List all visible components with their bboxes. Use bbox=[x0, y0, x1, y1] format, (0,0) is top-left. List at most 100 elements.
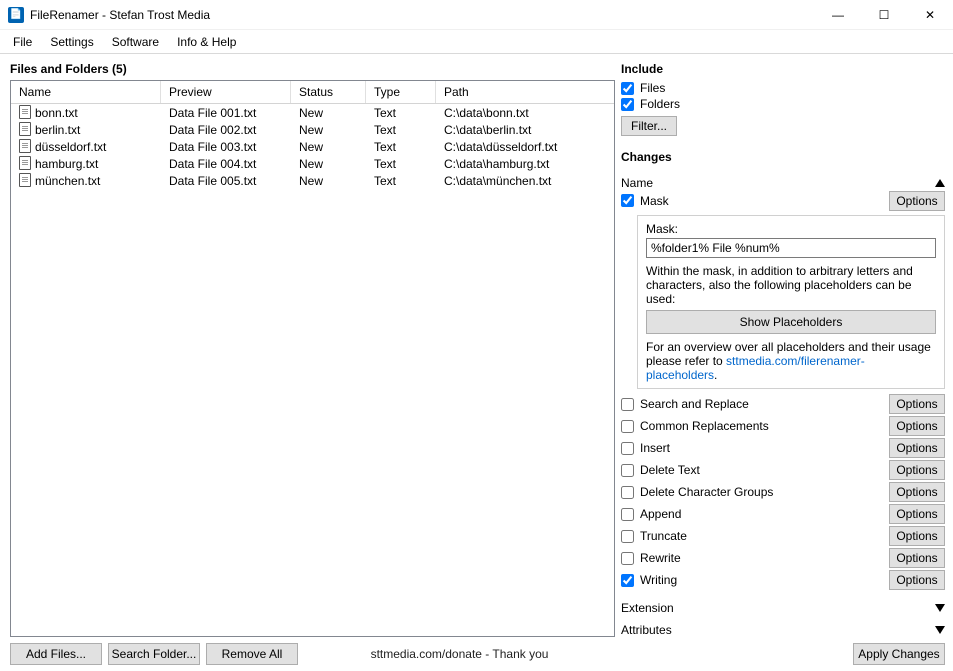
option-options-button[interactable]: Options bbox=[889, 548, 945, 568]
file-icon bbox=[19, 105, 31, 119]
option-options-button[interactable]: Options bbox=[889, 394, 945, 414]
close-button[interactable]: ✕ bbox=[907, 0, 953, 29]
cell-preview: Data File 004.txt bbox=[161, 157, 291, 171]
cell-status: New bbox=[291, 157, 366, 171]
chevron-up-icon bbox=[935, 179, 945, 187]
cell-status: New bbox=[291, 106, 366, 120]
option-checkbox[interactable] bbox=[621, 398, 634, 411]
mask-toggle[interactable]: Mask bbox=[621, 194, 889, 208]
cell-name: berlin.txt bbox=[35, 123, 80, 137]
files-panel: Files and Folders (5) Name Preview Statu… bbox=[0, 54, 621, 671]
option-row: InsertOptions bbox=[621, 437, 945, 459]
menu-settings[interactable]: Settings bbox=[41, 32, 102, 52]
option-options-button[interactable]: Options bbox=[889, 438, 945, 458]
maximize-button[interactable]: ☐ bbox=[861, 0, 907, 29]
files-header: Files and Folders (5) bbox=[10, 62, 615, 76]
group-name[interactable]: Name bbox=[621, 176, 945, 190]
col-path[interactable]: Path bbox=[436, 81, 614, 103]
option-toggle[interactable]: Insert bbox=[621, 441, 889, 455]
option-row: Common Replacements Options bbox=[621, 415, 945, 437]
cell-path: C:\data\bonn.txt bbox=[436, 106, 614, 120]
bottom-bar: Add Files... Search Folder... Remove All… bbox=[10, 643, 615, 665]
table-row[interactable]: bonn.txtData File 001.txtNewTextC:\data\… bbox=[11, 104, 614, 121]
group-name-label: Name bbox=[621, 176, 935, 190]
cell-type: Text bbox=[366, 123, 436, 137]
option-checkbox[interactable] bbox=[621, 508, 634, 521]
option-row: Search and ReplaceOptions bbox=[621, 393, 945, 415]
cell-status: New bbox=[291, 123, 366, 137]
option-options-button[interactable]: Options bbox=[889, 526, 945, 546]
mask-options-button[interactable]: Options bbox=[889, 191, 945, 211]
option-row: Delete TextOptions bbox=[621, 459, 945, 481]
search-folder-button[interactable]: Search Folder... bbox=[108, 643, 200, 665]
table-row[interactable]: hamburg.txtData File 004.txtNewTextC:\da… bbox=[11, 155, 614, 172]
option-options-button[interactable]: Options bbox=[889, 416, 945, 436]
apply-changes-button[interactable]: Apply Changes bbox=[853, 643, 945, 665]
col-preview[interactable]: Preview bbox=[161, 81, 291, 103]
minimize-button[interactable]: — bbox=[815, 0, 861, 29]
option-checkbox[interactable] bbox=[621, 486, 634, 499]
option-row: RewriteOptions bbox=[621, 547, 945, 569]
mask-desc: Within the mask, in addition to arbitrar… bbox=[646, 264, 936, 306]
cell-status: New bbox=[291, 140, 366, 154]
window-title: FileRenamer - Stefan Trost Media bbox=[30, 8, 815, 22]
option-label: Common Replacements bbox=[640, 419, 769, 433]
include-files-checkbox[interactable] bbox=[621, 82, 634, 95]
show-placeholders-button[interactable]: Show Placeholders bbox=[646, 310, 936, 334]
mask-panel: Mask: Within the mask, in addition to ar… bbox=[637, 215, 945, 389]
option-toggle[interactable]: Rewrite bbox=[621, 551, 889, 565]
option-checkbox[interactable] bbox=[621, 530, 634, 543]
table-row[interactable]: berlin.txtData File 002.txtNewTextC:\dat… bbox=[11, 121, 614, 138]
option-checkbox[interactable] bbox=[621, 442, 634, 455]
option-options-button[interactable]: Options bbox=[889, 504, 945, 524]
option-toggle[interactable]: Delete Text bbox=[621, 463, 889, 477]
mask-input[interactable] bbox=[646, 238, 936, 258]
option-row: AppendOptions bbox=[621, 503, 945, 525]
mask-field-label: Mask: bbox=[646, 222, 936, 236]
option-options-button[interactable]: Options bbox=[889, 460, 945, 480]
col-type[interactable]: Type bbox=[366, 81, 436, 103]
option-options-button[interactable]: Options bbox=[889, 482, 945, 502]
mask-label: Mask bbox=[640, 194, 669, 208]
table-row[interactable]: düsseldorf.txtData File 003.txtNewTextC:… bbox=[11, 138, 614, 155]
option-toggle[interactable]: Delete Character Groups bbox=[621, 485, 889, 499]
group-extension[interactable]: Extension bbox=[621, 601, 945, 615]
option-toggle[interactable]: Writing bbox=[621, 573, 889, 587]
table-row[interactable]: münchen.txtData File 005.txtNewTextC:\da… bbox=[11, 172, 614, 189]
include-folders-checkbox[interactable] bbox=[621, 98, 634, 111]
settings-panel: Include Files Folders Filter... Changes … bbox=[621, 54, 953, 671]
cell-name: düsseldorf.txt bbox=[35, 140, 106, 154]
app-icon: 📄 bbox=[8, 7, 24, 23]
cell-path: C:\data\berlin.txt bbox=[436, 123, 614, 137]
option-checkbox[interactable] bbox=[621, 420, 634, 433]
include-folders-row[interactable]: Folders bbox=[621, 97, 945, 111]
option-toggle[interactable]: Append bbox=[621, 507, 889, 521]
chevron-down-icon bbox=[935, 626, 945, 634]
filter-button[interactable]: Filter... bbox=[621, 116, 677, 136]
option-options-button[interactable]: Options bbox=[889, 570, 945, 590]
cell-type: Text bbox=[366, 174, 436, 188]
remove-all-button[interactable]: Remove All bbox=[206, 643, 298, 665]
option-row: TruncateOptions bbox=[621, 525, 945, 547]
menu-software[interactable]: Software bbox=[103, 32, 168, 52]
group-attributes-label: Attributes bbox=[621, 623, 935, 637]
cell-name: bonn.txt bbox=[35, 106, 78, 120]
include-files-row[interactable]: Files bbox=[621, 81, 945, 95]
option-toggle[interactable]: Truncate bbox=[621, 529, 889, 543]
option-checkbox[interactable] bbox=[621, 574, 634, 587]
status-text: sttmedia.com/donate - Thank you bbox=[371, 647, 549, 661]
menu-info[interactable]: Info & Help bbox=[168, 32, 245, 52]
cell-type: Text bbox=[366, 140, 436, 154]
option-toggle[interactable]: Common Replacements bbox=[621, 419, 889, 433]
col-name[interactable]: Name bbox=[11, 81, 161, 103]
col-status[interactable]: Status bbox=[291, 81, 366, 103]
option-checkbox[interactable] bbox=[621, 552, 634, 565]
option-label: Delete Character Groups bbox=[640, 485, 773, 499]
menu-file[interactable]: File bbox=[4, 32, 41, 52]
group-attributes[interactable]: Attributes bbox=[621, 623, 945, 637]
cell-name: münchen.txt bbox=[35, 174, 100, 188]
option-checkbox[interactable] bbox=[621, 464, 634, 477]
mask-checkbox[interactable] bbox=[621, 194, 634, 207]
option-toggle[interactable]: Search and Replace bbox=[621, 397, 889, 411]
add-files-button[interactable]: Add Files... bbox=[10, 643, 102, 665]
